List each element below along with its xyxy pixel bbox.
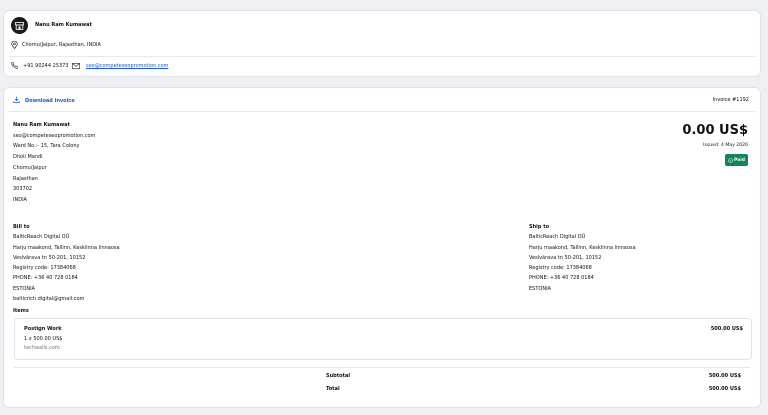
paid-label: Paid (734, 157, 745, 163)
bill-to-line: BalticReach Digital OÜ (13, 234, 70, 241)
check-circle-icon (728, 157, 733, 163)
from-line: Dholi Mandi (13, 154, 43, 161)
store-icon (11, 17, 28, 34)
items-heading: Items (13, 308, 29, 314)
ship-to-line: Registry code: 17384068 (529, 265, 592, 272)
issued-date: Issued: 4 May 2026 (703, 143, 748, 148)
bill-to-line: balticrich.digital@gmail.com (13, 296, 85, 303)
seller-email-link[interactable]: seo@competeseopromotion.com (86, 63, 168, 69)
phone-icon (11, 62, 18, 71)
seller-name: Nanu Ram Kumawat (35, 22, 92, 28)
item-site: techwalls.com (24, 345, 60, 351)
divider (9, 111, 755, 112)
bill-to-line: Veslvärava tn 50-201, 10152 (13, 254, 86, 261)
subtotal-value: 500.00 US$ (708, 373, 741, 379)
from-line: INDIA (13, 196, 27, 203)
from-line: seo@competeseopromotion.com (13, 132, 96, 139)
bill-to-line: Harju maakond, Tallinn, Kesklinna linnao… (13, 244, 120, 251)
download-invoice-link[interactable]: Download invoice (25, 98, 75, 104)
invoice-number: Invoice #1192 (712, 97, 749, 103)
item-quantity: 1 x 500.00 US$ (24, 336, 63, 342)
seller-card: Nanu Ram Kumawat Chomu/Jaipur, Rajasthan… (3, 10, 761, 77)
from-line: Rajasthan (13, 175, 38, 182)
ship-to-line: ESTONIA (529, 285, 551, 292)
from-name: Nanu Ram Kumawat (13, 122, 70, 128)
download-icon[interactable] (13, 96, 20, 105)
bill-to-line: PHONE: +36 40 728 0184 (13, 275, 78, 282)
ship-to-line: BalticReach Digital OÜ (529, 234, 586, 241)
from-line: Chomu/Jaipur (13, 164, 47, 171)
total-value: 500.00 US$ (708, 386, 741, 392)
paid-badge: Paid (725, 154, 748, 166)
bill-to-line: ESTONIA (13, 285, 35, 292)
ship-to-line: Harju maakond, Tallinn, Kesklinna linnao… (529, 244, 636, 251)
bill-to-block: Bill to BalticReach Digital OÜ Harju maa… (13, 222, 120, 304)
total-amount: 0.00 US$ (682, 123, 748, 138)
ship-to-line: PHONE: +36 40 728 0184 (529, 275, 594, 282)
subtotal-label: Subtotal (326, 373, 351, 379)
ship-to-block: Ship to BalticReach Digital OÜ Harju maa… (529, 222, 636, 294)
ship-to-label: Ship to (529, 224, 550, 230)
total-label: Total (326, 386, 340, 392)
mail-icon (72, 63, 80, 71)
item-name: Postign Work (24, 326, 62, 332)
seller-address-block: Nanu Ram Kumawat seo@competeseopromotion… (13, 120, 95, 206)
from-line: 303702 (13, 186, 33, 193)
divider (9, 56, 755, 57)
item-amount: 500.00 US$ (710, 326, 743, 332)
line-item: Postign Work 1 x 500.00 US$ techwalls.co… (14, 318, 752, 360)
invoice-card: Download invoice Invoice #1192 Nanu Ram … (3, 87, 761, 408)
bill-to-line: Registry code: 17384068 (13, 265, 76, 272)
bill-to-label: Bill to (13, 224, 30, 230)
seller-phone[interactable]: +91 90244 25373 (23, 63, 69, 69)
divider (14, 367, 750, 368)
from-line: Ward No.:- 15, Tara Colony (13, 143, 80, 150)
ship-to-line: Veslvärava tn 50-201, 10152 (529, 254, 602, 261)
location-pin-icon (11, 40, 18, 51)
seller-location: Chomu/Jaipur, Rajasthan, INDIA (22, 42, 101, 48)
